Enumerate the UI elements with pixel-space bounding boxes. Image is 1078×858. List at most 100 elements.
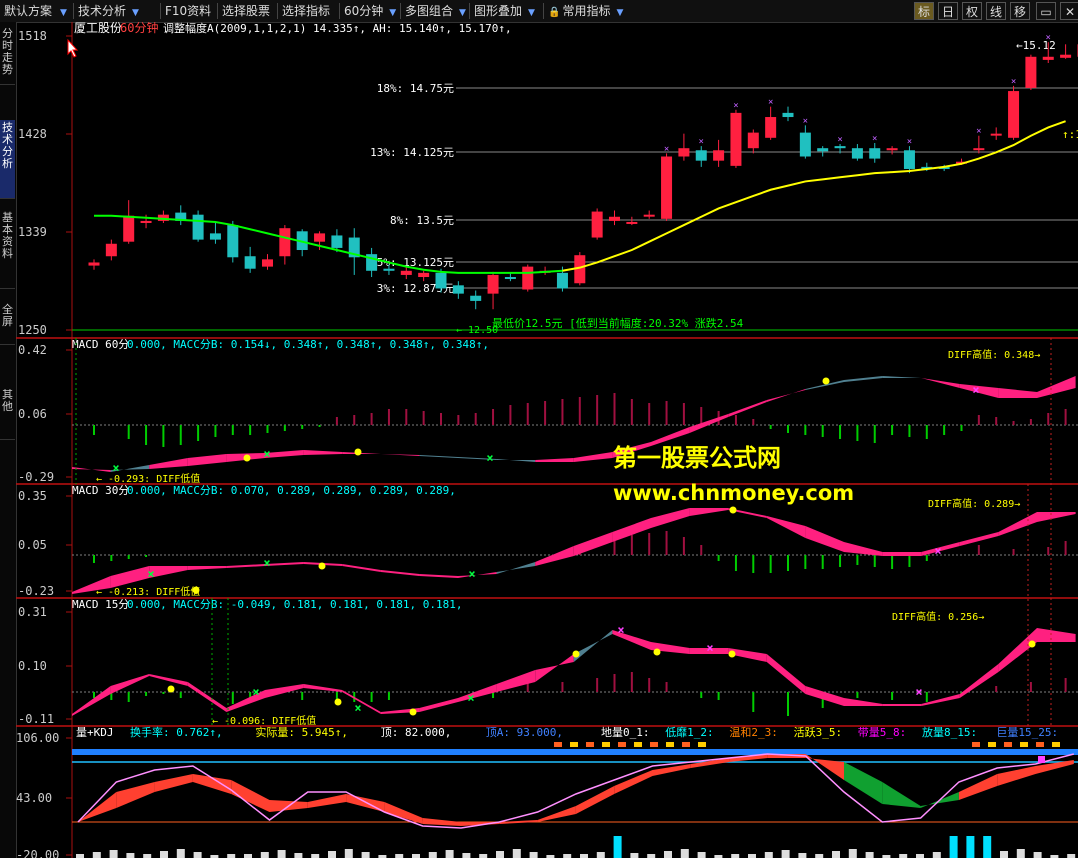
candle-body[interactable] xyxy=(851,148,863,159)
candle-body[interactable] xyxy=(556,272,568,289)
stock-chart[interactable]: 1518 1428 1339 1250 厦工股份60分钟 调整幅度A(2009,1,1,2… xyxy=(16,22,1078,858)
candle-body[interactable] xyxy=(695,150,707,161)
macd-band xyxy=(998,628,1037,672)
macd-band xyxy=(998,512,1037,536)
macd-band xyxy=(265,450,304,458)
legend-entry: 活跃3_5: xyxy=(794,725,843,739)
toolbar-separator xyxy=(217,3,218,19)
signal-block xyxy=(1052,742,1060,747)
candle-body[interactable] xyxy=(609,216,620,221)
candle-body[interactable] xyxy=(591,211,603,238)
candle-body[interactable] xyxy=(886,148,898,151)
candle-body[interactable] xyxy=(522,266,534,290)
candle-body[interactable] xyxy=(88,262,100,266)
candle-body[interactable] xyxy=(279,228,291,257)
view-button-2[interactable]: 权 xyxy=(962,2,982,20)
toolbar-label: 60分钟 xyxy=(344,4,384,18)
select-stock-button[interactable]: 选择股票 xyxy=(222,2,270,20)
candle-body[interactable] xyxy=(435,272,447,289)
candle-body[interactable] xyxy=(418,272,430,278)
macd-band xyxy=(419,574,458,578)
candle-body[interactable] xyxy=(713,150,725,161)
candle-body[interactable] xyxy=(678,148,690,157)
cross-mark: × xyxy=(972,383,979,397)
candle-body[interactable] xyxy=(661,156,673,219)
candle-body[interactable] xyxy=(1025,56,1037,88)
candle-body[interactable] xyxy=(1008,91,1020,138)
legend-entry: 放量8_15: xyxy=(922,725,977,739)
candle-body[interactable] xyxy=(314,233,326,242)
macd-band xyxy=(380,454,420,456)
common-indicator-menu[interactable]: 🔒 常用指标 ▼ xyxy=(548,2,626,20)
candle-body[interactable] xyxy=(834,146,846,149)
candle-body[interactable] xyxy=(192,214,204,240)
period-menu[interactable]: 60分钟 ▼ xyxy=(344,2,399,20)
view-button-4[interactable]: 移 xyxy=(1010,2,1030,20)
lock-icon: 🔒 xyxy=(548,7,561,18)
macd-band xyxy=(535,546,574,566)
macd-band xyxy=(265,684,304,698)
candle-body[interactable] xyxy=(869,148,881,159)
volume-bar xyxy=(748,854,756,858)
sidebar-tab-1[interactable]: 技术分析 xyxy=(0,120,15,199)
window-close-icon[interactable]: ✕ xyxy=(1060,2,1078,20)
volume-bar xyxy=(798,853,807,858)
cross-dot xyxy=(572,650,580,658)
candle-body[interactable] xyxy=(730,112,742,166)
view-button-3[interactable]: 线 xyxy=(986,2,1006,20)
candle-body[interactable] xyxy=(383,268,395,271)
view-button-1[interactable]: 日 xyxy=(938,2,958,20)
candle-body[interactable] xyxy=(244,256,256,269)
volume-bar xyxy=(1033,852,1042,858)
signal-mark: × xyxy=(872,134,877,144)
candle-body[interactable] xyxy=(782,112,794,118)
sidebar-tab-3[interactable]: 全屏 xyxy=(0,302,15,345)
candle-body[interactable] xyxy=(331,235,343,248)
sidebar-tab-0[interactable]: 分时走势 xyxy=(0,26,15,85)
indicator-values: 调整幅度A(2009,1,1,2,1) 14.335↑, AH: 15.140↑… xyxy=(163,22,512,35)
sidebar-tab-4[interactable]: 其他 xyxy=(0,387,15,440)
candle-body[interactable] xyxy=(262,259,273,267)
candle-body[interactable] xyxy=(765,117,777,138)
window-restore-icon[interactable]: ▭ xyxy=(1036,2,1056,20)
candle-body[interactable] xyxy=(1042,56,1054,60)
macd-band xyxy=(419,698,458,712)
candle-body[interactable] xyxy=(504,277,516,280)
candle-body[interactable] xyxy=(123,215,135,242)
f10-button[interactable]: F10资料 xyxy=(165,2,211,20)
candle-body[interactable] xyxy=(799,132,811,157)
high-note: DIFF高值: 0.348→ xyxy=(948,348,1040,361)
cross-dot xyxy=(728,650,736,658)
kdj-band xyxy=(422,818,461,826)
macd-band xyxy=(766,389,806,402)
sidebar-tab-2[interactable]: 基本资料 xyxy=(0,210,15,289)
candle-body[interactable] xyxy=(400,270,412,275)
legend-entry: 顶: 82.000, xyxy=(381,726,452,739)
overlay-button[interactable]: 图形叠加 ▼ xyxy=(474,2,538,20)
macd-band xyxy=(149,458,188,469)
candle-body[interactable] xyxy=(903,150,915,169)
candle-body[interactable] xyxy=(990,133,1002,136)
candle-body[interactable] xyxy=(643,214,655,217)
scheme-menu[interactable]: 默认方案 ▼ xyxy=(4,2,70,20)
candle-body[interactable] xyxy=(227,225,239,258)
candle-body[interactable] xyxy=(626,221,638,224)
candle-body[interactable] xyxy=(1060,54,1072,58)
volume-bar xyxy=(680,849,689,858)
view-button-0[interactable]: 标 xyxy=(914,2,934,20)
candle-body[interactable] xyxy=(487,274,499,294)
multi-chart-button[interactable]: 多图组合 ▼ xyxy=(405,2,469,20)
kdj-band xyxy=(307,794,347,808)
candle-body[interactable] xyxy=(817,148,829,152)
candle-body[interactable] xyxy=(140,220,152,223)
candle-body[interactable] xyxy=(973,148,985,151)
tech-analysis-menu[interactable]: 技术分析 ▼ xyxy=(78,2,142,20)
volume-bar xyxy=(529,852,538,858)
candle-body[interactable] xyxy=(470,295,482,301)
candle-body[interactable] xyxy=(105,243,117,257)
candle-body[interactable] xyxy=(747,132,759,149)
volume-bar xyxy=(731,854,740,858)
candle-body[interactable] xyxy=(209,233,221,240)
select-indicator-button[interactable]: 选择指标 xyxy=(282,2,330,20)
candle-body[interactable] xyxy=(452,285,464,294)
